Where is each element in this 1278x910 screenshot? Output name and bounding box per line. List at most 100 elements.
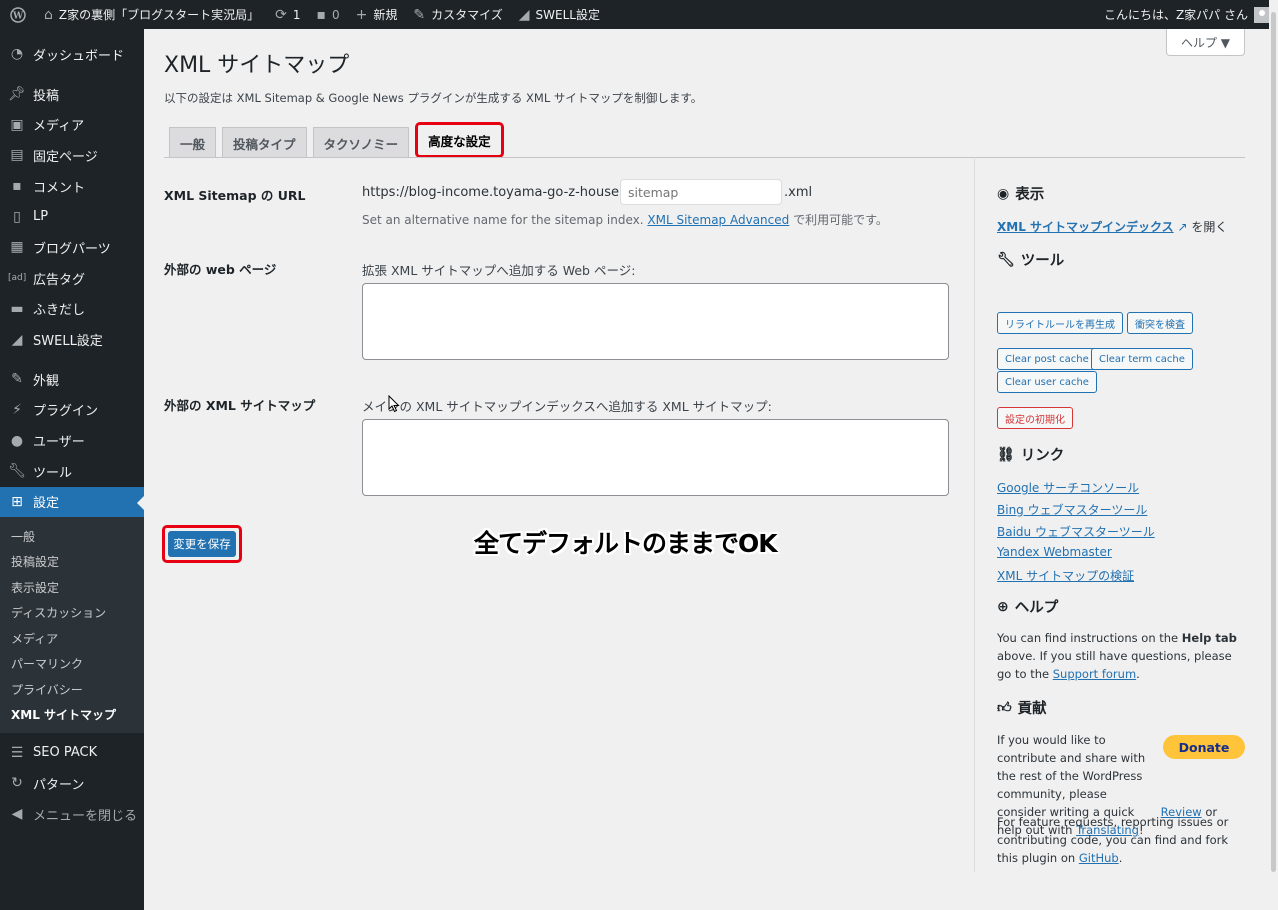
menu-item-6[interactable]: ▦ ブログパーツ (0, 232, 144, 263)
external-web-textarea[interactable] (362, 283, 949, 360)
external-xml-label: 外部の XML サイトマップ (164, 398, 316, 413)
bing-webmaster-link[interactable]: Bing ウェブマスターツール (997, 501, 1147, 518)
contribute-heading: 👍︎ 貢献 (997, 697, 1047, 718)
save-changes-label: 変更を保存 (168, 531, 236, 557)
tab-advanced[interactable]: 高度な設定 (415, 122, 504, 158)
tools-heading-label: ツール (1020, 253, 1065, 269)
customize-link[interactable]: ✎ カスタマイズ (405, 0, 510, 29)
media-icon: ▣ (10, 116, 24, 133)
site-name-link[interactable]: ⌂ Z家の裏側「ブログスタート実況局」 (36, 0, 267, 29)
sitemap-index-link[interactable]: XML サイトマップインデックス (997, 220, 1174, 234)
mouse-cursor-icon (388, 394, 400, 417)
tab-general[interactable]: 一般 (169, 127, 217, 158)
scrollbar-thumb[interactable] (1271, 12, 1276, 872)
sitemap-name-input[interactable] (620, 179, 782, 205)
comments-link[interactable]: ▪ 0 (309, 0, 348, 29)
collapse-menu-button[interactable]: ◀ メニューを閉じる (0, 799, 144, 830)
swell-settings-link[interactable]: ◢ SWELL設定 (511, 0, 608, 29)
sitemap-validator-link[interactable]: XML サイトマップの検証 (997, 567, 1134, 584)
menu-item-7[interactable]: [ad] 広告タグ (0, 263, 144, 294)
donate-button[interactable]: Donate (1163, 735, 1245, 759)
menu-item-1[interactable]: 📌︎ 投稿 (0, 79, 144, 110)
annotation-text: 全てデフォルトのままでOK (474, 529, 778, 558)
menu-item-label: 投稿 (33, 88, 60, 104)
submenu-item-7[interactable]: XML サイトマップ (0, 702, 144, 728)
menu-item-14[interactable]: ⊞ 設定 (0, 486, 144, 518)
plugin-icon: ⚡︎ (12, 401, 22, 418)
menu-item-8[interactable]: ▬ ふきだし (0, 294, 144, 325)
wrench-icon: 🔧︎ (997, 251, 1015, 268)
sitemap-url-prefix: https://blog-income.toyama-go-z-house.co… (362, 185, 656, 200)
menu-item-2[interactable]: ▣ メディア (0, 109, 144, 140)
save-changes-button[interactable]: 変更を保存 (162, 525, 242, 563)
baidu-webmaster-link[interactable]: Baidu ウェブマスターツール (997, 523, 1155, 540)
new-label: 新規 (373, 8, 398, 22)
submenu-item-3[interactable]: ディスカッション (0, 600, 144, 626)
list-icon: ☰ (10, 744, 24, 761)
submenu-item-0[interactable]: 一般 (0, 523, 144, 549)
help-heading-label: ヘルプ (1014, 600, 1059, 616)
submenu-item-6[interactable]: プライバシー (0, 676, 144, 702)
submenu-item-5[interactable]: パーマリンク (0, 651, 144, 677)
brush-icon: ✎ (11, 371, 23, 388)
menu-item-13[interactable]: 🔧︎ ツール (0, 456, 144, 487)
dashboard-icon: ◔ (10, 46, 24, 63)
google-search-console-link[interactable]: Google サーチコンソール (997, 479, 1139, 496)
brush-icon: ✎ (413, 6, 426, 23)
external-xml-hint: メインの XML サイトマップインデックスへ追加する XML サイトマップ: (362, 399, 772, 414)
clear-post-cache-button[interactable]: Clear post cache (997, 348, 1097, 370)
menu-after-0[interactable]: ☰ SEO PACK (0, 737, 144, 768)
help-heading: ⊕ ヘルプ (997, 596, 1058, 617)
support-forum-link[interactable]: Support forum (1053, 667, 1136, 681)
menu-after-1[interactable]: ↻ パターン (0, 768, 144, 799)
view-heading: ◉ 表示 (997, 183, 1044, 204)
links-heading-label: リンク (1020, 448, 1065, 464)
comments-count: 0 (332, 7, 340, 22)
main-content: ヘルプ ▼ XML サイトマップ 以下の設定は XML Sitemap & Go… (144, 29, 1278, 910)
check-conflicts-button[interactable]: 衝突を検査 (1127, 312, 1193, 334)
help-tab-button[interactable]: ヘルプ ▼ (1166, 29, 1245, 56)
tab-taxonomies[interactable]: タクソノミー (312, 127, 410, 158)
swell-label: SWELL設定 (535, 8, 600, 22)
menu-item-label: パターン (33, 777, 85, 793)
comment-icon: ▪ (12, 178, 22, 195)
tab-post-types[interactable]: 投稿タイプ (222, 127, 307, 158)
xml-sitemap-advanced-link[interactable]: XML Sitemap Advanced (647, 213, 789, 227)
clear-user-cache-button[interactable]: Clear user cache (997, 371, 1097, 393)
my-account-link[interactable]: こんにちは、Z家パパ さん (1104, 6, 1278, 23)
reset-settings-button[interactable]: 設定の初期化 (997, 407, 1073, 429)
settings-submenu: 一般 投稿設定 表示設定 ディスカッション メディア パーマリンク プライバシー XML サイ… (0, 517, 144, 734)
menu-item-11[interactable]: ⚡︎ プラグイン (0, 395, 144, 426)
menu-item-10[interactable]: ✎ 外観 (0, 364, 144, 395)
view-link-row: XML サイトマップインデックス ↗ を開く (997, 218, 1227, 235)
menu-item-3[interactable]: ▤ 固定ページ (0, 140, 144, 171)
menu-item-12[interactable]: ● ユーザー (0, 425, 144, 456)
submenu-item-2[interactable]: 表示設定 (0, 574, 144, 600)
external-xml-textarea[interactable] (362, 419, 949, 496)
menu-item-0[interactable]: ◔ ダッシュボード (0, 39, 144, 70)
swell-icon: ◢ (11, 331, 23, 348)
view-heading-label: 表示 (1015, 187, 1045, 203)
menu-item-9[interactable]: ◢ SWELL設定 (0, 324, 144, 355)
regenerate-rewrite-button[interactable]: リライトルールを再生成 (997, 312, 1123, 334)
wordpress-logo-icon[interactable]: W (0, 0, 36, 29)
menu-item-label: 設定 (33, 496, 60, 512)
swell-icon: ◢ (518, 6, 530, 23)
menu-item-5[interactable]: ▯ LP (0, 201, 144, 232)
yandex-webmaster-link[interactable]: Yandex Webmaster (997, 545, 1112, 559)
menu-item-label: 固定ページ (33, 149, 98, 165)
contribute-heading-label: 貢献 (1017, 701, 1047, 717)
github-link[interactable]: GitHub (1079, 851, 1119, 865)
updates-icon: ⟳ (275, 6, 287, 23)
menu-item-label: コメント (33, 180, 86, 196)
url-help-suffix: で利用可能です。 (793, 213, 888, 227)
submenu-item-4[interactable]: メディア (0, 625, 144, 651)
clear-term-cache-button[interactable]: Clear term cache (1091, 348, 1193, 370)
submenu-item-1[interactable]: 投稿設定 (0, 549, 144, 575)
new-content-link[interactable]: + 新規 (348, 0, 406, 29)
menu-item-label: 広告タグ (33, 272, 86, 288)
menu-item-4[interactable]: ▪ コメント (0, 171, 144, 202)
url-help-text: Set an alternative name for the sitemap … (362, 213, 644, 227)
updates-link[interactable]: ⟳ 1 (267, 0, 308, 29)
page-scrollbar[interactable] (1269, 0, 1278, 910)
